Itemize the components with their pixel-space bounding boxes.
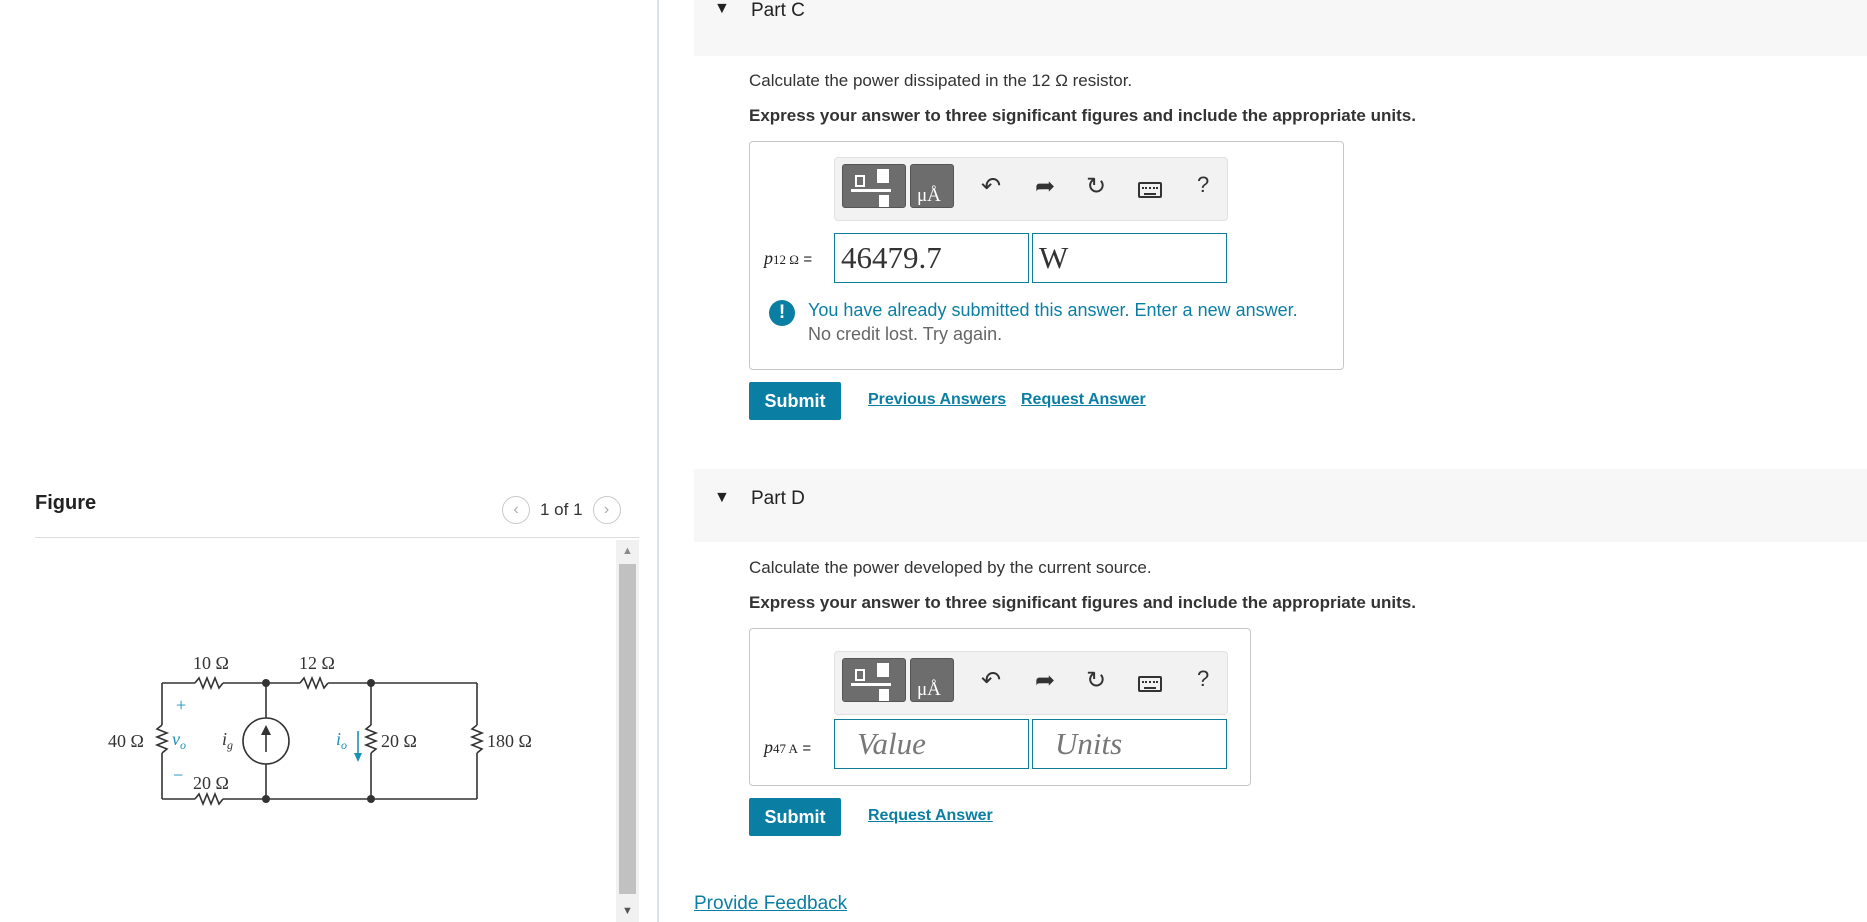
ig-label: ig [222, 729, 233, 752]
reset-icon[interactable]: ↻ [1086, 172, 1106, 201]
templates-button[interactable] [842, 658, 906, 702]
reset-icon[interactable]: ↻ [1086, 666, 1106, 695]
part-d-title: Part D [751, 488, 805, 509]
vo-label: vo [172, 729, 186, 752]
minus-sign: − [173, 765, 183, 785]
figure-title: Figure [35, 492, 97, 514]
part-c-header[interactable]: ▼ Part C [694, 0, 1867, 56]
redo-icon[interactable]: ➦ [1035, 666, 1055, 695]
r12-label: 12 Ω [299, 653, 335, 673]
scroll-up-arrow-icon[interactable]: ▲ [616, 540, 639, 562]
exclamation-icon: ! [769, 300, 795, 326]
scroll-down-arrow-icon[interactable]: ▼ [616, 900, 639, 922]
part-c-math-toolbar: μÅ ↶ ➦ ↻ ? [834, 157, 1228, 221]
plus-sign: + [176, 695, 186, 715]
part-d-header[interactable]: ▼ Part D [694, 469, 1867, 542]
io-label: io [336, 729, 347, 752]
caret-down-icon[interactable]: ▼ [714, 489, 730, 507]
units-button[interactable]: μÅ [910, 658, 954, 702]
part-d-request-answer-link[interactable]: Request Answer [868, 807, 993, 825]
help-button[interactable]: ? [1197, 172, 1209, 198]
scroll-thumb[interactable] [619, 564, 636, 894]
templates-button[interactable] [842, 164, 906, 208]
feedback-subtext: No credit lost. Try again. [808, 324, 1003, 344]
r40-label: 40 Ω [108, 731, 144, 751]
r20-bottom-label: 20 Ω [193, 773, 229, 793]
part-c-title: Part C [751, 0, 805, 21]
part-d-math-toolbar: μÅ ↶ ➦ ↻ ? [834, 651, 1228, 715]
figure-panel: Figure ‹ 1 of 1 › 10 Ω 12 Ω 40 Ω 20 Ω 18… [0, 0, 657, 922]
part-d-submit-button[interactable]: Submit [749, 798, 841, 836]
figure-page-count: 1 of 1 [540, 500, 583, 519]
part-d-question: Calculate the power developed by the cur… [749, 558, 1152, 577]
part-c-variable-label: p12 Ω = [764, 248, 813, 268]
chevron-left-icon: ‹ [513, 501, 519, 518]
r180-label: 180 Ω [487, 731, 532, 751]
part-c-submit-button[interactable]: Submit [749, 382, 841, 420]
help-button[interactable]: ? [1197, 666, 1209, 692]
figure-divider [35, 537, 639, 538]
redo-icon[interactable]: ➦ [1035, 172, 1055, 201]
units-button[interactable]: μÅ [910, 164, 954, 208]
r20-mid-label: 20 Ω [381, 731, 417, 751]
part-d-answer-box: μÅ ↶ ➦ ↻ ? p47 A = Value Units [749, 628, 1251, 786]
part-c-instruction: Express your answer to three significant… [749, 106, 1416, 125]
figure-pager: ‹ 1 of 1 › [502, 496, 621, 524]
undo-icon[interactable]: ↶ [981, 172, 1001, 201]
keyboard-icon[interactable] [1138, 182, 1162, 198]
prev-figure-button[interactable]: ‹ [502, 496, 530, 524]
figure-scrollbar[interactable]: ▲ ▼ [616, 540, 639, 922]
undo-icon[interactable]: ↶ [981, 666, 1001, 695]
part-c-units-input[interactable]: W [1032, 233, 1227, 283]
r10-label: 10 Ω [193, 653, 229, 673]
feedback-message: You have already submitted this answer. … [808, 300, 1298, 320]
previous-answers-link[interactable]: Previous Answers [868, 391, 1006, 409]
part-c-value-input[interactable]: 46479.7 [834, 233, 1029, 283]
next-figure-button[interactable]: › [592, 496, 621, 524]
caret-down-icon[interactable]: ▼ [714, 0, 730, 18]
part-d-instruction: Express your answer to three significant… [749, 593, 1416, 612]
panel-divider [657, 0, 659, 922]
part-d-variable-label: p47 A = [764, 737, 812, 757]
part-c-request-answer-link[interactable]: Request Answer [1021, 391, 1146, 409]
chevron-right-icon: › [603, 501, 610, 518]
provide-feedback-link[interactable]: Provide Feedback [694, 893, 847, 915]
part-c-question: Calculate the power dissipated in the 12… [749, 71, 1133, 90]
keyboard-icon[interactable] [1138, 676, 1162, 692]
circuit-diagram: 10 Ω 12 Ω 40 Ω 20 Ω 180 Ω 20 Ω vo ig io … [108, 653, 532, 807]
part-d-value-input[interactable]: Value [834, 719, 1029, 769]
part-d-units-input[interactable]: Units [1032, 719, 1227, 769]
